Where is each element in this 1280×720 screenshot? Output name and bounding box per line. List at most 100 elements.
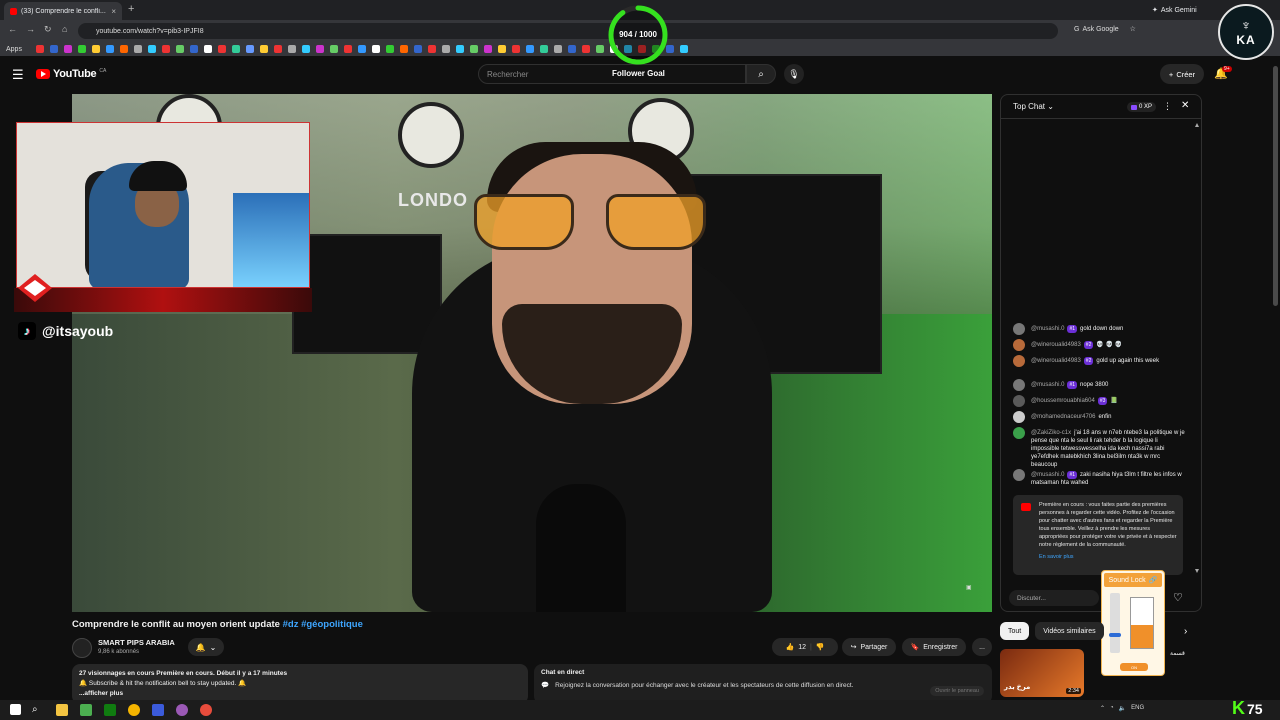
video-hashtags[interactable]: #dz #géopolitique (283, 619, 363, 630)
volume-slider-track[interactable] (1110, 593, 1120, 653)
open-panel-button[interactable]: Ouvrir le panneau (930, 686, 984, 696)
create-button[interactable]: + Créer (1160, 64, 1204, 84)
bookmark-icon[interactable] (483, 45, 492, 53)
bookmark-icon[interactable] (399, 45, 408, 53)
voice-search-button[interactable]: 🎙 (784, 64, 804, 84)
channel-avatar[interactable] (72, 638, 92, 658)
bookmark-icon[interactable] (497, 45, 506, 53)
more-actions-button[interactable]: ... (972, 638, 992, 656)
show-more-link[interactable]: ...afficher plus (79, 689, 521, 699)
ask-gemini-button[interactable]: ✦ Ask Gemini (1152, 3, 1208, 17)
learn-more-link[interactable]: En savoir plus (1039, 553, 1177, 561)
taskbar-app-icon[interactable] (80, 704, 92, 716)
windows-start-icon[interactable] (10, 704, 21, 715)
bookmark-icon[interactable] (539, 45, 548, 53)
suggested-video-thumbnail[interactable]: مرخ بدر 2:34 (1000, 649, 1084, 697)
bookmark-icon[interactable] (63, 45, 72, 53)
bookmark-icon[interactable] (231, 45, 240, 53)
url-input[interactable]: youtube.com/watch?v=pib3-IPJFI8 (78, 23, 1058, 39)
sound-lock-toggle[interactable]: ON (1120, 663, 1148, 671)
bookmark-icon[interactable] (553, 45, 562, 53)
chip-all[interactable]: Tout (1000, 622, 1030, 640)
ask-google-button[interactable]: G Ask Google ☆ (1074, 25, 1136, 34)
taskbar-app-icon[interactable] (176, 704, 188, 716)
bookmark-icon[interactable] (245, 45, 254, 53)
bookmark-icon[interactable] (105, 45, 114, 53)
menu-icon[interactable]: ☰ (12, 67, 24, 83)
sound-lock-widget[interactable]: Sound Lock 🔗 ON (1101, 570, 1165, 676)
bookmark-icon[interactable] (77, 45, 86, 53)
like-icon[interactable]: 👍 (785, 643, 794, 651)
home-icon[interactable]: ⌂ (62, 24, 67, 34)
chat-avatar[interactable] (1013, 339, 1025, 351)
bookmark-icon[interactable] (511, 45, 520, 53)
description-box[interactable]: 27 visionnages en cours Première en cour… (72, 664, 528, 704)
bookmark-icon[interactable] (287, 45, 296, 53)
bookmark-icon[interactable] (581, 45, 590, 53)
bookmark-icon[interactable] (371, 45, 380, 53)
volume-slider-handle[interactable] (1109, 633, 1121, 637)
bookmark-icon[interactable] (161, 45, 170, 53)
reload-icon[interactable]: ↻ (44, 24, 52, 35)
bookmark-icon[interactable] (49, 45, 58, 53)
chip-related[interactable]: Vidéos similaires (1035, 622, 1104, 640)
close-tab-icon[interactable]: × (111, 7, 116, 16)
channel-name[interactable]: SMART PIPS ARABIA (98, 638, 175, 647)
bookmark-icon[interactable] (147, 45, 156, 53)
chat-author[interactable]: @ZakiZiko-c1x (1031, 430, 1071, 436)
bookmark-icon[interactable] (273, 45, 282, 53)
bookmark-icon[interactable] (301, 45, 310, 53)
chat-author[interactable]: @wineroualid4983 (1031, 342, 1081, 348)
wifi-icon[interactable]: ◔ (1110, 705, 1114, 712)
bookmark-icon[interactable] (175, 45, 184, 53)
bookmark-icon[interactable] (119, 45, 128, 53)
page-scrollbar[interactable] (1273, 66, 1278, 306)
bookmark-icon[interactable] (441, 45, 450, 53)
youtube-logo[interactable]: YouTube CA (36, 68, 106, 80)
search-button[interactable]: ⌕ (746, 64, 776, 84)
new-tab-button[interactable]: + (128, 3, 134, 15)
xbox-icon[interactable] (104, 704, 116, 716)
share-button[interactable]: ↪ Partager (842, 638, 896, 656)
star-icon[interactable]: ☆ (1130, 25, 1136, 33)
chat-avatar[interactable] (1013, 427, 1025, 439)
bookmark-icon[interactable] (679, 45, 688, 53)
chat-avatar[interactable] (1013, 379, 1025, 391)
scroll-down-arrow[interactable] (1195, 569, 1199, 573)
save-button[interactable]: 🔖 Enregistrer (902, 638, 966, 656)
bookmark-icon[interactable] (259, 45, 268, 53)
bookmark-icon[interactable] (315, 45, 324, 53)
bookmark-icon[interactable] (595, 45, 604, 53)
file-explorer-icon[interactable] (56, 704, 68, 716)
xp-badge[interactable]: 0 XP (1127, 102, 1157, 112)
chat-mode-selector[interactable]: Top Chat ⌄ (1013, 102, 1054, 111)
chat-avatar[interactable] (1013, 355, 1025, 367)
bookmark-icon[interactable] (385, 45, 394, 53)
volume-icon[interactable]: 🔈 (1119, 705, 1126, 712)
obs-icon[interactable] (200, 704, 212, 716)
chat-author[interactable]: @musashi.0 (1031, 472, 1064, 478)
chat-more-icon[interactable]: ⋮ (1163, 101, 1172, 112)
chrome-icon[interactable] (128, 704, 140, 716)
chat-avatar[interactable] (1013, 411, 1025, 423)
bookmark-icon[interactable] (35, 45, 44, 53)
bookmark-icon[interactable] (91, 45, 100, 53)
bookmark-icon[interactable] (525, 45, 534, 53)
chat-avatar[interactable] (1013, 323, 1025, 335)
bookmark-icon[interactable] (469, 45, 478, 53)
apps-bookmark[interactable]: Apps (6, 46, 22, 53)
tray-icon[interactable]: ⌃ (1100, 705, 1105, 712)
language-indicator[interactable]: ENG (1131, 705, 1144, 712)
bookmark-icon[interactable] (329, 45, 338, 53)
forward-icon[interactable]: → (26, 24, 35, 34)
bookmark-icon[interactable] (357, 45, 366, 53)
bookmark-icon[interactable] (427, 45, 436, 53)
close-chat-icon[interactable]: ✕ (1181, 100, 1189, 111)
chat-author[interactable]: @wineroualid4983 (1031, 358, 1081, 364)
bookmark-icon[interactable] (413, 45, 422, 53)
bookmark-icon[interactable] (343, 45, 352, 53)
scroll-up-arrow[interactable] (1195, 123, 1199, 127)
bookmark-icon[interactable] (203, 45, 212, 53)
chat-avatar[interactable] (1013, 469, 1025, 481)
chat-author[interactable]: @musashi.0 (1031, 382, 1064, 388)
